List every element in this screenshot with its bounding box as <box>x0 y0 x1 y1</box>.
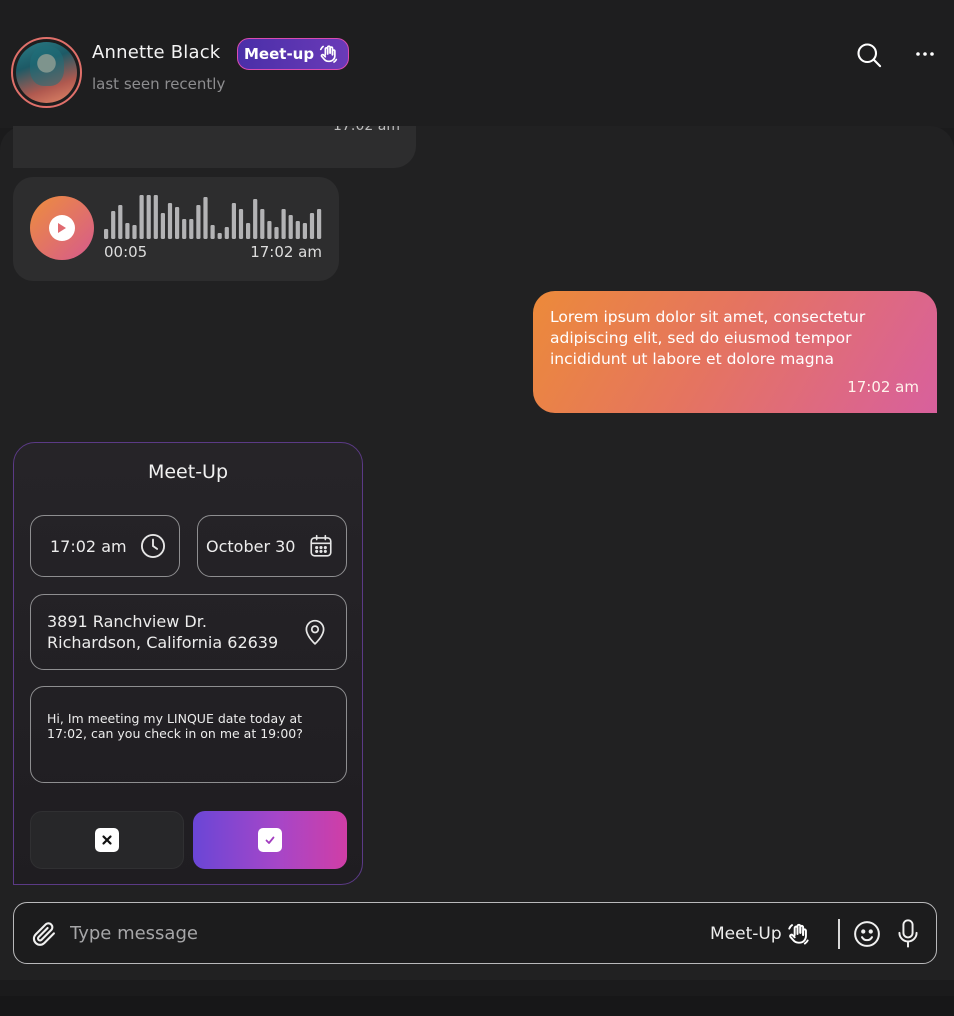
search-icon <box>857 43 882 68</box>
microphone-icon[interactable] <box>894 918 922 950</box>
message-time: 17:02 am <box>332 126 400 134</box>
waveform-bar <box>217 233 222 239</box>
waveform-bar <box>288 215 293 239</box>
waveform-bar <box>274 227 279 239</box>
message-input[interactable] <box>70 917 630 949</box>
waveform-bar <box>295 221 300 239</box>
meetup-shortcut-label: Meet-Up <box>710 924 782 944</box>
message-composer: Meet-Up <box>13 902 937 964</box>
meetup-time-value: 17:02 am <box>50 536 127 556</box>
waveform-bar <box>238 209 244 239</box>
waveform-bar <box>267 221 272 239</box>
sent-message-time: 17:02 am <box>847 378 919 396</box>
close-icon <box>95 828 119 852</box>
bottom-strip <box>0 996 954 1016</box>
accept-button[interactable] <box>193 811 347 869</box>
waveform-bar <box>146 195 151 239</box>
waveform-bar <box>167 203 173 239</box>
meetup-card: Meet-Up 17:02 am October 30 3891 Ranchvi… <box>13 442 363 885</box>
waveform-bar <box>118 205 123 239</box>
waving-hand-icon <box>787 923 809 945</box>
waveform-bar <box>317 209 322 239</box>
calendar-icon <box>310 534 332 557</box>
last-seen-status: last seen recently <box>92 75 226 93</box>
meetup-card-title: Meet-Up <box>147 461 229 483</box>
meetup-shortcut-button[interactable]: Meet-Up <box>710 920 812 948</box>
search-button[interactable] <box>852 38 886 72</box>
more-icon <box>916 52 934 56</box>
waveform-bar <box>210 225 215 239</box>
waveform-bar <box>196 205 201 239</box>
emoji-icon[interactable] <box>852 919 882 949</box>
address-line-2: Richardson, California 62639 <box>47 633 279 652</box>
voice-time: 17:02 am <box>250 243 322 261</box>
meetup-date-value: October 30 <box>206 536 296 556</box>
audio-waveform[interactable] <box>104 193 324 239</box>
waveform-bar <box>260 209 265 239</box>
meetup-note-text: Hi, Im meeting my LINQUE date today at 1… <box>47 711 303 741</box>
composer-divider <box>838 919 840 949</box>
voice-duration: 00:05 <box>104 243 148 261</box>
avatar[interactable] <box>11 37 82 108</box>
decline-button[interactable] <box>30 811 184 869</box>
meetup-time-field[interactable]: 17:02 am <box>30 515 180 577</box>
waveform-bar <box>153 195 158 239</box>
waveform-bar <box>302 223 307 239</box>
waveform-bar <box>125 223 130 239</box>
meetup-address-field[interactable]: 3891 Ranchview Dr. Richardson, Californi… <box>30 594 347 670</box>
waveform-bar <box>203 197 208 239</box>
message-bubble-partial: 17:02 am <box>13 126 416 168</box>
waveform-bar <box>132 225 137 239</box>
meetup-badge[interactable]: Meet-up <box>237 38 350 70</box>
meetup-badge-label: Meet-up <box>244 45 315 63</box>
waveform-bar <box>160 213 165 239</box>
chat-header: Annette Black Meet-up last seen recently <box>0 0 954 128</box>
waveform-bar <box>309 213 315 239</box>
sent-message-text: Lorem ipsum dolor sit amet, consectetur … <box>550 308 866 368</box>
waveform-bar <box>111 211 116 239</box>
address-line-1: 3891 Ranchview Dr. <box>47 612 207 631</box>
waveform-bar <box>231 203 236 239</box>
location-pin-icon <box>305 619 325 645</box>
voice-message: 00:05 17:02 am <box>13 177 339 281</box>
waving-hand-icon <box>320 45 338 63</box>
waveform-bar <box>224 227 229 239</box>
waveform-bar <box>175 207 180 239</box>
paperclip-icon[interactable] <box>30 920 58 948</box>
waveform-bar <box>253 199 258 239</box>
meetup-date-field[interactable]: October 30 <box>197 515 347 577</box>
waveform-bar <box>281 209 286 239</box>
sent-message: Lorem ipsum dolor sit amet, consectetur … <box>533 291 937 413</box>
check-icon <box>258 828 282 852</box>
contact-name[interactable]: Annette Black <box>92 42 220 63</box>
waveform-bar <box>246 223 251 239</box>
more-button[interactable] <box>910 40 940 68</box>
waveform-bar <box>104 229 109 239</box>
waveform-bar <box>182 219 187 239</box>
waveform-bar <box>189 219 194 239</box>
meetup-note-field[interactable]: Hi, Im meeting my LINQUE date today at 1… <box>30 686 347 783</box>
clock-icon <box>140 533 166 559</box>
waveform-bar <box>139 195 144 239</box>
play-button[interactable] <box>30 196 94 260</box>
avatar-photo <box>16 42 77 103</box>
play-icon <box>49 215 75 241</box>
